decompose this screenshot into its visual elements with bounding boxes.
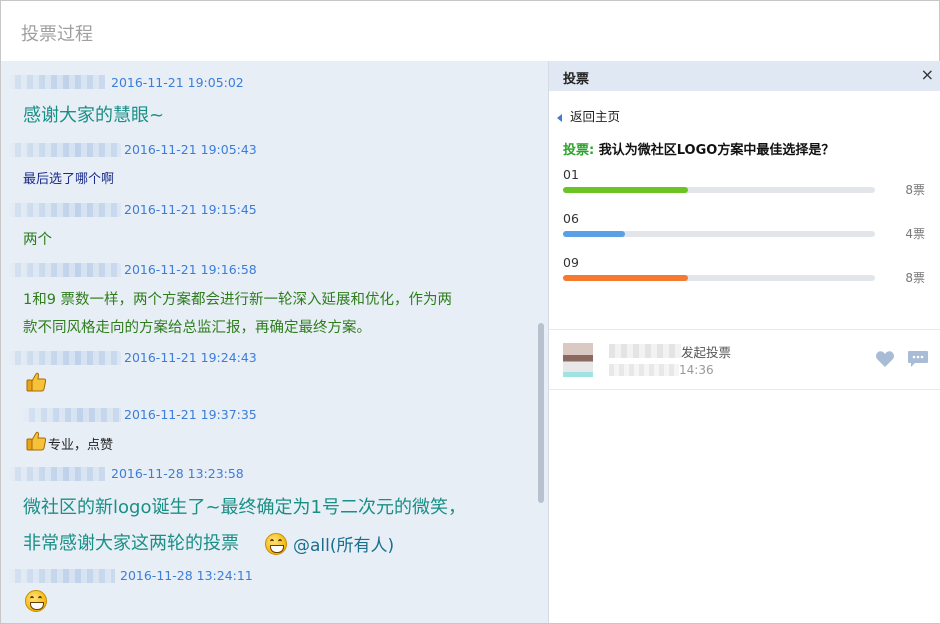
message-timestamp: 2016-11-21 19:05:02 (111, 75, 244, 90)
question-text: 我认为微社区LOGO方案中最佳选择是？ (598, 143, 835, 158)
vote-panel: 投票 × 返回主页 投票: 我认为微社区LOGO方案中最佳选择是？ 01 8票 … (548, 61, 940, 623)
grin-emoji-icon (25, 590, 47, 612)
message-text-line: 微社区的新logo诞生了~最终确定为1号二次元的微笑， (23, 497, 466, 518)
close-icon[interactable]: × (921, 65, 934, 84)
message-timestamp: 2016-11-21 19:16:58 (124, 262, 257, 277)
chat-history[interactable]: 2016-11-21 19:05:02 感谢大家的慧眼~ 2016-11-21 … (1, 61, 548, 623)
thumbs-up-icon (26, 372, 47, 392)
back-label: 返回主页 (570, 109, 621, 124)
vote-option[interactable]: 01 8票 (563, 167, 933, 207)
sender-name-blurred (9, 351, 121, 365)
message-timestamp: 2016-11-21 19:37:35 (124, 407, 257, 422)
option-progress-fill (563, 231, 626, 237)
message-text-line: 非常感谢大家这两轮的投票 (23, 533, 239, 554)
comment-icon[interactable] (907, 349, 929, 369)
vote-question: 投票: 我认为微社区LOGO方案中最佳选择是？ (563, 139, 834, 158)
message-text: 感谢大家的慧眼~ (23, 105, 165, 126)
option-progress-fill (563, 187, 688, 193)
option-vote-count: 4票 (905, 227, 925, 241)
message-timestamp: 2016-11-28 13:23:58 (111, 466, 244, 481)
back-to-home-link[interactable]: 返回主页 (557, 106, 620, 125)
chat-scrollbar[interactable] (538, 323, 544, 503)
message-text: 专业，点赞 (48, 438, 114, 453)
option-name: 06 (563, 211, 579, 226)
sender-name-blurred (9, 467, 105, 481)
option-progress-track (563, 187, 875, 193)
message-text-line: 1和9 票数一样，两个方案都会进行新一轮深入延展和优化，作为两 (23, 292, 453, 308)
avatar[interactable] (563, 343, 593, 377)
sender-name-blurred (9, 75, 105, 89)
message-timestamp: 2016-11-21 19:15:45 (124, 202, 257, 217)
vote-process-window: 投票过程 2016-11-21 19:05:02 感谢大家的慧眼~ 2016-1… (0, 0, 940, 624)
mention-all[interactable]: @all(所有人) (293, 531, 394, 556)
message-timestamp: 2016-11-28 13:24:11 (120, 568, 253, 583)
creator-name-blurred (609, 344, 681, 358)
sender-name-blurred (9, 203, 121, 217)
question-label: 投票: (563, 143, 595, 158)
option-progress-track (563, 275, 875, 281)
message-text-line: 款不同风格走向的方案给总监汇报，再确定最终方案。 (23, 320, 371, 336)
chevron-left-icon (557, 113, 562, 122)
message-text: 最后选了哪个啊 (23, 172, 115, 187)
option-name: 01 (563, 167, 579, 182)
sender-name-blurred (9, 143, 121, 157)
window-title: 投票过程 (21, 24, 93, 45)
option-progress-track (563, 231, 875, 237)
divider (549, 329, 940, 330)
sender-name-blurred (9, 263, 121, 277)
title-bar: 投票过程 (1, 1, 939, 61)
sender-name-blurred (9, 569, 115, 583)
creator-action: 发起投票 (681, 345, 732, 360)
message-timestamp: 2016-11-21 19:05:43 (124, 142, 257, 157)
vote-panel-title: 投票 (563, 72, 590, 87)
divider (549, 389, 940, 390)
sender-name-blurred (23, 408, 121, 422)
option-vote-count: 8票 (905, 271, 925, 285)
option-vote-count: 8票 (905, 183, 925, 197)
heart-icon[interactable] (875, 350, 895, 368)
message-text: 两个 (23, 232, 52, 248)
grin-emoji-icon (265, 533, 287, 555)
vote-option[interactable]: 09 8票 (563, 255, 933, 295)
message-timestamp: 2016-11-21 19:24:43 (124, 350, 257, 365)
creator-date-blurred (609, 364, 679, 376)
creator-time: 14:36 (679, 363, 714, 377)
option-progress-fill (563, 275, 688, 281)
vote-option[interactable]: 06 4票 (563, 211, 933, 251)
thumbs-up-icon (26, 431, 47, 451)
vote-panel-header: 投票 × (549, 61, 940, 91)
option-name: 09 (563, 255, 579, 270)
